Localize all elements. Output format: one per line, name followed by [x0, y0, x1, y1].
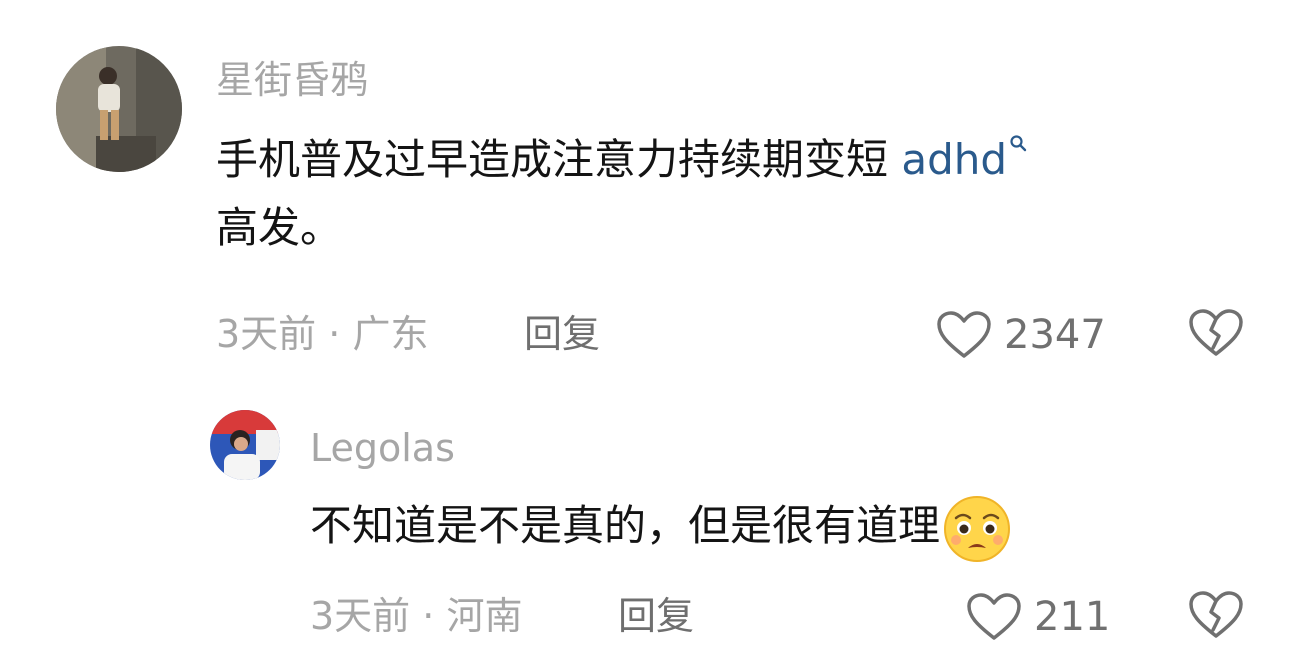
- broken-heart-icon[interactable]: [1188, 308, 1244, 358]
- timestamp: 3天前: [216, 312, 317, 356]
- comment-text-tail: 高发。: [216, 203, 343, 252]
- meta-separator: ·: [410, 594, 447, 638]
- search-icon: [1010, 135, 1027, 152]
- like-button[interactable]: 2347: [936, 310, 1106, 360]
- reply-button[interactable]: 回复: [524, 312, 600, 356]
- user-photo-avatar-icon: [56, 46, 182, 172]
- comment-text-main: 不知道是不是真的，但是很有道理: [310, 501, 941, 550]
- like-button[interactable]: 211: [966, 592, 1110, 642]
- pleading-face-emoji-icon: [944, 495, 1011, 562]
- meta-separator: ·: [316, 312, 353, 356]
- avatar[interactable]: [210, 410, 280, 480]
- location: 广东: [352, 312, 429, 356]
- timestamp: 3天前: [310, 594, 411, 638]
- username[interactable]: Legolas: [310, 426, 455, 470]
- reply-button[interactable]: 回复: [618, 594, 694, 638]
- username[interactable]: 星街昏鸦: [216, 58, 368, 102]
- comment-text: 不知道是不是真的，但是很有道理: [310, 492, 1270, 564]
- location: 河南: [446, 594, 523, 638]
- comment-meta: 3天前 · 广东: [216, 312, 428, 356]
- hashtag-label: adhd: [901, 135, 1008, 184]
- avatar[interactable]: [56, 46, 182, 172]
- heart-icon: [937, 311, 991, 358]
- comment-meta: 3天前 · 河南: [310, 594, 522, 638]
- like-count: 2347: [1004, 312, 1106, 358]
- heart-icon: [967, 593, 1021, 640]
- like-count: 211: [1034, 594, 1111, 640]
- hashtag-link[interactable]: adhd: [901, 135, 1027, 184]
- user-photo-avatar-icon: [210, 410, 280, 480]
- comment-text: 手机普及过早造成注意力持续期变短 adhd 高发。: [216, 126, 1256, 262]
- broken-heart-icon[interactable]: [1188, 590, 1244, 640]
- comment-text-main: 手机普及过早造成注意力持续期变短: [216, 135, 902, 184]
